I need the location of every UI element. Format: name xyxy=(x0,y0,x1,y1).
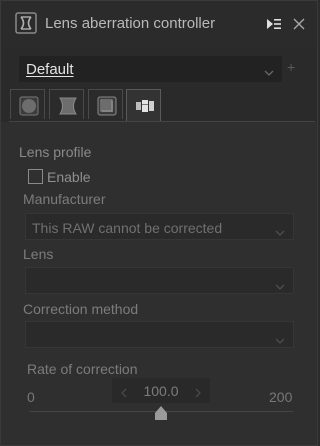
tab-lens-profile[interactable] xyxy=(126,89,161,121)
add-preset-button[interactable]: + xyxy=(287,59,295,75)
panel-title: Lens aberration controller xyxy=(45,15,216,32)
pin-panel-icon[interactable] xyxy=(266,17,282,31)
section-title: Lens profile xyxy=(19,144,92,160)
correction-method-select[interactable] xyxy=(25,321,294,348)
chevron-down-icon xyxy=(275,278,285,290)
enable-label: Enable xyxy=(47,169,91,185)
manufacturer-select[interactable]: This RAW cannot be corrected xyxy=(25,213,294,240)
lens-aberration-icon xyxy=(15,12,37,34)
lens-profile-content: Lens profile Enable Manufacturer This RA… xyxy=(1,122,317,445)
tab-distortion[interactable] xyxy=(49,89,84,119)
lens-label: Lens xyxy=(23,246,54,262)
rate-label: Rate of correction xyxy=(27,361,138,377)
slider-min-label: 0 xyxy=(27,389,35,405)
rate-slider-thumb[interactable] xyxy=(154,405,168,421)
chevron-down-icon xyxy=(264,64,274,76)
rate-value-stepper[interactable]: 100.0 xyxy=(112,378,210,403)
preset-dropdown[interactable]: Default xyxy=(19,56,282,82)
tab-vignette[interactable] xyxy=(10,89,45,119)
lens-aberration-panel: Lens aberration controller Default + Len… xyxy=(0,0,318,446)
tab-chromatic-aberration[interactable] xyxy=(88,89,123,119)
enable-checkbox[interactable] xyxy=(28,169,43,184)
slider-max-label: 200 xyxy=(269,389,293,405)
chevron-down-icon xyxy=(275,332,285,344)
chevron-down-icon xyxy=(275,224,285,236)
manufacturer-value: This RAW cannot be corrected xyxy=(32,220,223,236)
title-bar: Lens aberration controller xyxy=(1,1,317,47)
tool-tabs xyxy=(9,89,315,122)
preset-value: Default xyxy=(26,61,74,78)
chevron-right-icon[interactable] xyxy=(194,385,202,398)
correction-method-label: Correction method xyxy=(23,301,139,317)
manufacturer-label: Manufacturer xyxy=(23,191,106,207)
lens-select[interactable] xyxy=(25,267,294,294)
close-icon[interactable] xyxy=(293,17,305,30)
